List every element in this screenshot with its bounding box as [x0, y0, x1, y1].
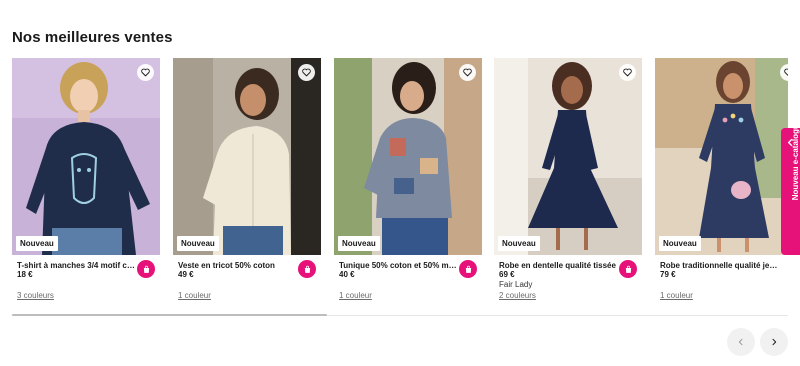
- product-colors-link[interactable]: 2 couleurs: [499, 291, 536, 301]
- product-carousel: Nouveau T-shirt à manches 3/4 motif chat…: [12, 58, 788, 308]
- product-card[interactable]: Nouveau Veste en tricot 50% coton 49 € 1…: [173, 58, 321, 308]
- product-colors-link[interactable]: 1 couleur: [178, 291, 211, 301]
- carousel-scroll-thumb[interactable]: [12, 314, 327, 316]
- product-name[interactable]: Robe en dentelle qualité tissée: [499, 261, 617, 271]
- shopping-bag-icon: [625, 265, 631, 273]
- product-card[interactable]: Nouveau Robe en dentelle qualité tissée …: [494, 58, 642, 308]
- new-badge: Nouveau: [16, 236, 58, 251]
- product-card[interactable]: Nouveau Tunique 50% coton et 50% modal 4…: [334, 58, 482, 308]
- new-badge: Nouveau: [338, 236, 380, 251]
- product-price: 79 €: [660, 270, 676, 279]
- heart-icon: [784, 68, 788, 77]
- product-colors-link[interactable]: 1 couleur: [660, 291, 693, 301]
- shopping-bag-icon: [465, 265, 471, 273]
- add-to-cart-button[interactable]: [459, 260, 477, 278]
- product-card[interactable]: Nouveau Robe traditionnelle qualité jean…: [655, 58, 788, 308]
- add-to-cart-button[interactable]: [619, 260, 637, 278]
- heart-icon: [302, 68, 311, 77]
- new-badge: Nouveau: [498, 236, 540, 251]
- product-price: 49 €: [178, 270, 194, 279]
- product-name[interactable]: Tunique 50% coton et 50% modal: [339, 261, 457, 271]
- wishlist-button[interactable]: [137, 64, 154, 81]
- product-image[interactable]: [655, 58, 788, 255]
- product-name[interactable]: Veste en tricot 50% coton: [178, 261, 296, 271]
- ecatalogue-label: Nouveau e-catalogue: [790, 119, 800, 201]
- product-colors-link[interactable]: 1 couleur: [339, 291, 372, 301]
- shopping-bag-icon: [143, 265, 149, 273]
- shopping-bag-icon: [304, 265, 310, 273]
- product-image[interactable]: [12, 58, 160, 255]
- product-image[interactable]: [173, 58, 321, 255]
- wishlist-button[interactable]: [619, 64, 636, 81]
- chevron-left-icon: [738, 338, 743, 346]
- wishlist-button[interactable]: [459, 64, 476, 81]
- product-price: 69 €: [499, 270, 515, 279]
- product-card[interactable]: Nouveau T-shirt à manches 3/4 motif chat…: [12, 58, 160, 308]
- product-image[interactable]: [334, 58, 482, 255]
- product-colors-link[interactable]: 3 couleurs: [17, 291, 54, 301]
- heart-icon: [463, 68, 472, 77]
- heart-icon: [141, 68, 150, 77]
- carousel-prev-button[interactable]: [727, 328, 755, 356]
- add-to-cart-button[interactable]: [137, 260, 155, 278]
- product-price: 40 €: [339, 270, 355, 279]
- product-price: 18 €: [17, 270, 33, 279]
- chevron-right-icon: [772, 338, 777, 346]
- add-to-cart-button[interactable]: [298, 260, 316, 278]
- new-badge: Nouveau: [659, 236, 701, 251]
- ecatalogue-tab[interactable]: Nouveau e-catalogue: [781, 120, 800, 255]
- new-badge: Nouveau: [177, 236, 219, 251]
- wishlist-button[interactable]: [298, 64, 315, 81]
- carousel-next-button[interactable]: [760, 328, 788, 356]
- product-image[interactable]: [494, 58, 642, 255]
- product-name[interactable]: Robe traditionnelle qualité jean: [660, 261, 778, 271]
- heart-icon: [623, 68, 632, 77]
- product-name[interactable]: T-shirt à manches 3/4 motif chat: [17, 261, 135, 271]
- product-brand: Fair Lady: [499, 280, 533, 289]
- section-title: Nos meilleures ventes: [12, 29, 173, 46]
